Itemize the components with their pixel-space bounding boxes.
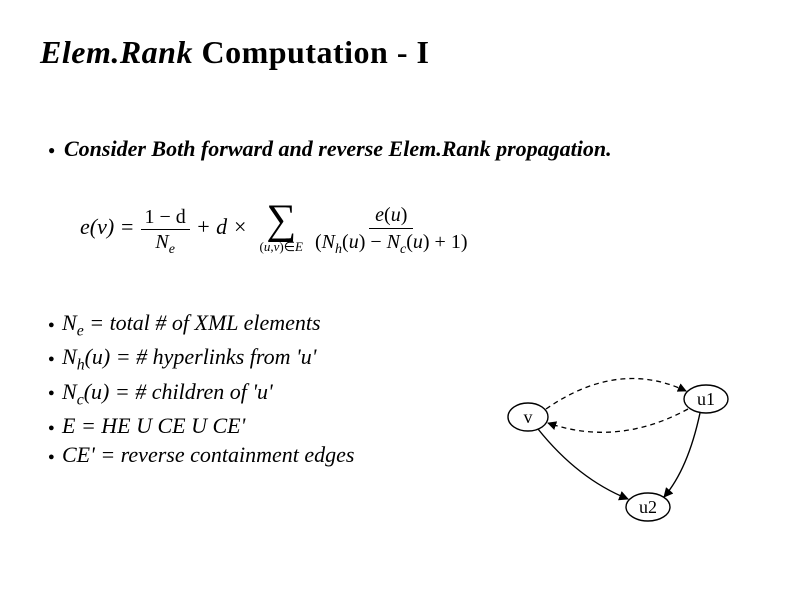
slide-container: Elem.Rank Computation - I ●Consider Both… [0,0,794,595]
edge-u1-to-u2 [664,413,700,497]
graph-svg: v u1 u2 [488,349,748,529]
eq-lhs: e(v) = [80,216,135,238]
bullet-icon: ● [48,318,60,333]
edge-v-to-u2 [538,429,628,499]
eq-frac1-den: Ne [151,230,179,257]
slide-title: Elem.Rank Computation - I [40,34,754,71]
eq-fraction-2: e(u) (Nh(u) − Nc(u) + 1) [309,204,473,257]
bullet-icon: ● [48,352,60,367]
sigma-subscript: (u,v)∈E [260,240,303,253]
title-rest: Computation - I [193,34,429,70]
sigma-symbol: ∑ [266,202,296,240]
eq-plus-d-times: + d × [190,216,254,238]
bullet-icon: ● [48,143,62,158]
title-italic: Elem.Rank [40,34,193,70]
eq-sigma: ∑ (u,v)∈E [260,202,303,253]
subheading-text: Consider Both forward and reverse Elem.R… [64,136,612,161]
node-u1-label: u1 [697,389,715,409]
subheading: ●Consider Both forward and reverse Elem.… [48,136,754,162]
bullet-icon: ● [48,421,60,436]
edge-v-to-u1 [546,379,686,409]
bullet-icon: ● [48,386,60,401]
node-u2-label: u2 [639,497,657,517]
eq-frac1-num: 1 − d [141,206,190,230]
equation: e(v) = 1 − d Ne + d × ∑ (u,v)∈E e(u) (Nh… [80,198,754,278]
eq-frac2-den: (Nh(u) − Nc(u) + 1) [309,229,473,257]
bullet-icon: ● [48,450,60,465]
eq-frac2-num: e(u) [369,204,413,229]
bullet-line-1: ●Ne = total # of XML elements [48,308,754,342]
graph-diagram: v u1 u2 [488,349,748,529]
edge-u1-to-v [548,409,688,432]
node-v-label: v [524,407,533,427]
eq-fraction-1: 1 − d Ne [141,206,190,257]
